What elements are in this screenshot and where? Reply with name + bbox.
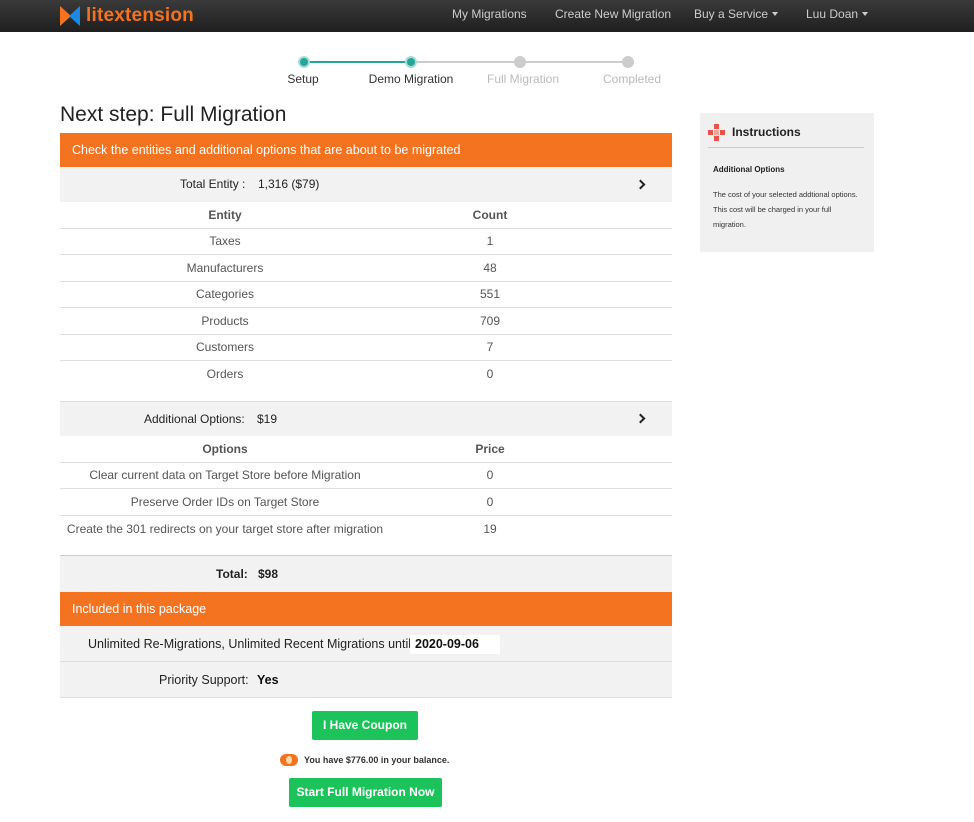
total-value: $98 [258, 567, 279, 581]
instructions-subtitle: Additional Options [713, 165, 785, 174]
option-name: Create the 301 redirects on your target … [66, 521, 384, 536]
logo-icon [60, 6, 82, 26]
i-have-coupon-button[interactable]: I Have Coupon [312, 711, 418, 740]
table-row: Products 709 [60, 307, 672, 335]
option-name: Clear current data on Target Store befor… [60, 462, 390, 489]
table-row: Preserve Order IDs on Target Store 0 [60, 488, 672, 516]
nav-buy-a-service-label: Buy a Service [694, 7, 769, 21]
column-header: Count [390, 202, 590, 229]
step-dot-demo-migration [405, 56, 417, 68]
entity-name: Orders [206, 367, 244, 381]
table-row: Clear current data on Target Store befor… [60, 462, 672, 489]
migration-progress-stepper: Setup Demo Migration Full Migration Comp… [280, 54, 662, 86]
page-title: Next step: Full Migration [60, 103, 287, 126]
priority-support-value: Yes [257, 673, 279, 687]
step-label-completed: Completed [602, 72, 662, 86]
step-connector [410, 61, 520, 63]
entity-name: Taxes [60, 228, 390, 255]
entity-name: Customers [60, 334, 390, 361]
entities-banner: Check the entities and additional option… [60, 133, 672, 167]
entity-table: Entity Count Taxes 1 Manufacturers 48 Cate… [60, 202, 672, 387]
instructions-panel: Instructions Additional Options The cost… [700, 113, 874, 252]
table-row: Manufacturers 48 [60, 254, 672, 282]
priority-support-row: Priority Support: Yes [60, 662, 672, 698]
coin-icon [280, 754, 298, 766]
entity-name: Manufacturers [60, 254, 390, 282]
entity-count: 551 [390, 281, 590, 308]
total-entity-row[interactable]: Total Entity : 1,316 ($79) [60, 167, 672, 202]
remigrations-date: 2020-09-06 [410, 635, 500, 654]
total-entity-label: Total Entity : [180, 177, 246, 191]
step-label-full-migration: Full Migration [486, 72, 560, 86]
step-dot-setup [298, 56, 310, 68]
step-label-setup: Setup [287, 72, 319, 86]
column-header: Price [390, 436, 590, 463]
step-label-demo-migration: Demo Migration [368, 72, 454, 86]
entity-name: Products [60, 307, 390, 335]
entity-count: 709 [390, 307, 590, 335]
step-connector [303, 61, 410, 63]
entity-count: 7 [390, 334, 590, 361]
step-dot-completed [622, 56, 634, 68]
instructions-header: Instructions [708, 123, 864, 148]
table-row: Taxes 1 [60, 228, 672, 255]
logo-text-lit: lit [86, 5, 104, 26]
total-label: Total: [216, 567, 248, 581]
remigrations-label: Unlimited Re-Migrations, Unlimited Recen… [88, 637, 415, 651]
step-connector [520, 61, 628, 63]
package-banner: Included in this package [60, 592, 672, 626]
total-entity-value: 1,316 ($79) [258, 177, 320, 191]
table-row: Customers 7 [60, 334, 672, 361]
options-table: Options Price Clear current data on Targ… [60, 436, 672, 542]
option-name: Preserve Order IDs on Target Store [60, 488, 390, 516]
instructions-text: The cost of your selected addtional opti… [713, 190, 858, 229]
option-price: 0 [390, 488, 590, 516]
entity-count: 48 [390, 254, 590, 282]
remigrations-row: Unlimited Re-Migrations, Unlimited Recen… [60, 626, 672, 662]
entity-count: 1 [390, 228, 590, 255]
user-name: Luu Doan [806, 7, 859, 21]
table-row: Orders 0 [60, 361, 672, 388]
instructions-title: Instructions [732, 125, 801, 139]
litextension-logo[interactable]: litextension [60, 5, 194, 27]
chevron-down-icon [862, 12, 869, 16]
nav-my-migrations[interactable]: My Migrations [452, 0, 527, 32]
total-row: Total: $98 [60, 555, 672, 592]
additional-options-value: $19 [257, 412, 278, 426]
chevron-down-icon [772, 12, 779, 16]
balance-text: You have $776.00 in your balance. [304, 755, 450, 765]
additional-options-row[interactable]: Additional Options: $19 [60, 401, 672, 436]
instructions-icon [708, 124, 726, 142]
table-row: Create the 301 redirects on your target … [60, 515, 672, 542]
top-navbar: litextension My Migrations Create New Mi… [0, 0, 974, 32]
start-full-migration-button[interactable]: Start Full Migration Now [289, 778, 442, 807]
option-price: 19 [483, 521, 497, 536]
logo-text-extension: extension [103, 5, 194, 26]
column-header: Options [60, 436, 390, 463]
balance-info: You have $776.00 in your balance. [280, 754, 449, 766]
nav-user-menu[interactable]: Luu Doan [806, 0, 869, 32]
chevron-right-icon[interactable] [635, 179, 646, 189]
entity-name: Categories [60, 281, 390, 308]
additional-options-label: Additional Options: [144, 412, 245, 426]
table-row: Categories 551 [60, 281, 672, 308]
nav-buy-a-service[interactable]: Buy a Service [694, 0, 779, 32]
entity-count: 0 [486, 367, 494, 381]
option-price: 0 [390, 462, 590, 489]
step-dot-full-migration [514, 56, 526, 68]
priority-support-label: Priority Support: [159, 673, 249, 687]
chevron-right-icon[interactable] [635, 413, 646, 424]
nav-create-new-migration[interactable]: Create New Migration [555, 0, 671, 32]
column-header: Entity [60, 202, 390, 229]
